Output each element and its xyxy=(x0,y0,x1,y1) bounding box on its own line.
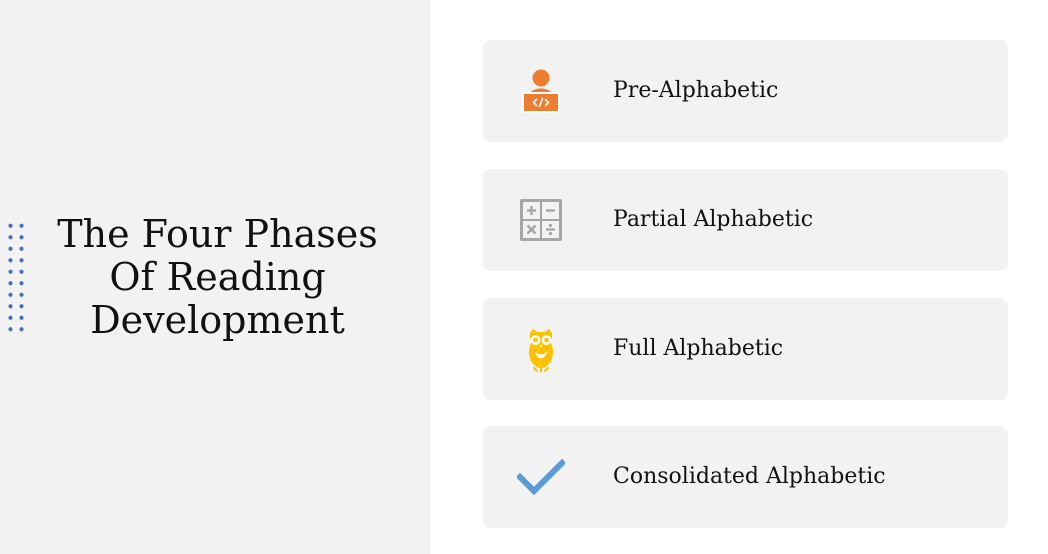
phase-label: Pre-Alphabetic xyxy=(613,78,779,103)
checkmark-icon xyxy=(517,453,565,501)
phase-card-pre-alphabetic: Pre-Alphabetic xyxy=(483,40,1008,142)
phase-card-full-alphabetic: Full Alphabetic xyxy=(483,298,1008,400)
calculator-icon xyxy=(517,196,565,244)
slide-title-line-3: Development xyxy=(90,298,345,342)
slide-title-line-1: The Four Phases xyxy=(57,212,378,256)
phase-label: Partial Alphabetic xyxy=(613,207,814,232)
slide-title-line-2: Of Reading xyxy=(109,255,326,299)
phase-label: Full Alphabetic xyxy=(613,336,784,361)
slide-title: The Four Phases Of Reading Development xyxy=(40,213,395,342)
decorative-dot-grid xyxy=(5,220,27,338)
phase-label: Consolidated Alphabetic xyxy=(613,464,886,489)
phase-card-partial-alphabetic: Partial Alphabetic xyxy=(483,169,1008,271)
developer-laptop-icon xyxy=(517,67,565,115)
phase-card-consolidated-alphabetic: Consolidated Alphabetic xyxy=(483,426,1008,528)
title-panel: The Four Phases Of Reading Development xyxy=(0,0,431,554)
owl-icon xyxy=(517,325,565,373)
